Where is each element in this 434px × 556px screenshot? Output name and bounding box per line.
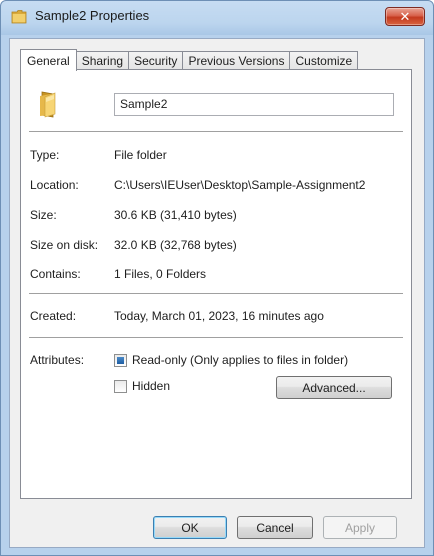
folder-icon xyxy=(40,91,56,118)
separator xyxy=(29,131,403,133)
separator xyxy=(29,293,403,295)
apply-button[interactable]: Apply xyxy=(323,516,397,539)
attributes-label: Attributes: xyxy=(30,353,85,367)
general-tab-panel: Sample2 Type: File folder Location: C:\U… xyxy=(20,69,412,499)
contains-value: 1 Files, 0 Folders xyxy=(114,267,207,281)
readonly-checkbox-label[interactable]: Read-only (Only applies to files in fold… xyxy=(132,353,348,367)
tab-sharing[interactable]: Sharing xyxy=(75,51,130,70)
advanced-button[interactable]: Advanced... xyxy=(276,376,392,399)
type-value: File folder xyxy=(114,148,167,162)
window-title: Sample2 Properties xyxy=(35,8,150,23)
title-bar[interactable]: Sample2 Properties ✕ xyxy=(1,1,433,31)
tab-general[interactable]: General xyxy=(20,49,77,71)
properties-window: Sample2 Properties ✕ General Sharing Sec… xyxy=(0,0,434,556)
location-value: C:\Users\IEUser\Desktop\Sample-Assignmen… xyxy=(114,178,366,192)
separator xyxy=(29,337,403,339)
created-label: Created: xyxy=(30,309,77,323)
size-on-disk-value: 32.0 KB (32,768 bytes) xyxy=(114,238,237,252)
tab-previous-versions[interactable]: Previous Versions xyxy=(182,51,291,70)
tab-security[interactable]: Security xyxy=(128,51,184,70)
ok-button[interactable]: OK xyxy=(153,516,227,539)
close-icon: ✕ xyxy=(399,8,411,24)
size-label: Size: xyxy=(30,208,57,222)
type-label: Type: xyxy=(30,148,60,162)
hidden-checkbox[interactable] xyxy=(114,380,127,393)
hidden-checkbox-label[interactable]: Hidden xyxy=(132,379,170,393)
contains-label: Contains: xyxy=(30,267,81,281)
folder-icon xyxy=(11,10,27,24)
created-value: Today, March 01, 2023, 16 minutes ago xyxy=(114,309,324,323)
location-label: Location: xyxy=(30,178,79,192)
dialog-body: General Sharing Security Previous Versio… xyxy=(9,38,425,548)
tab-strip: General Sharing Security Previous Versio… xyxy=(20,48,359,71)
size-on-disk-label: Size on disk: xyxy=(30,238,99,252)
tab-customize[interactable]: Customize xyxy=(289,51,359,70)
folder-name-input[interactable]: Sample2 xyxy=(114,93,394,116)
cancel-button[interactable]: Cancel xyxy=(237,516,313,539)
readonly-checkbox[interactable] xyxy=(114,354,127,367)
size-value: 30.6 KB (31,410 bytes) xyxy=(114,208,237,222)
close-button[interactable]: ✕ xyxy=(385,7,425,26)
